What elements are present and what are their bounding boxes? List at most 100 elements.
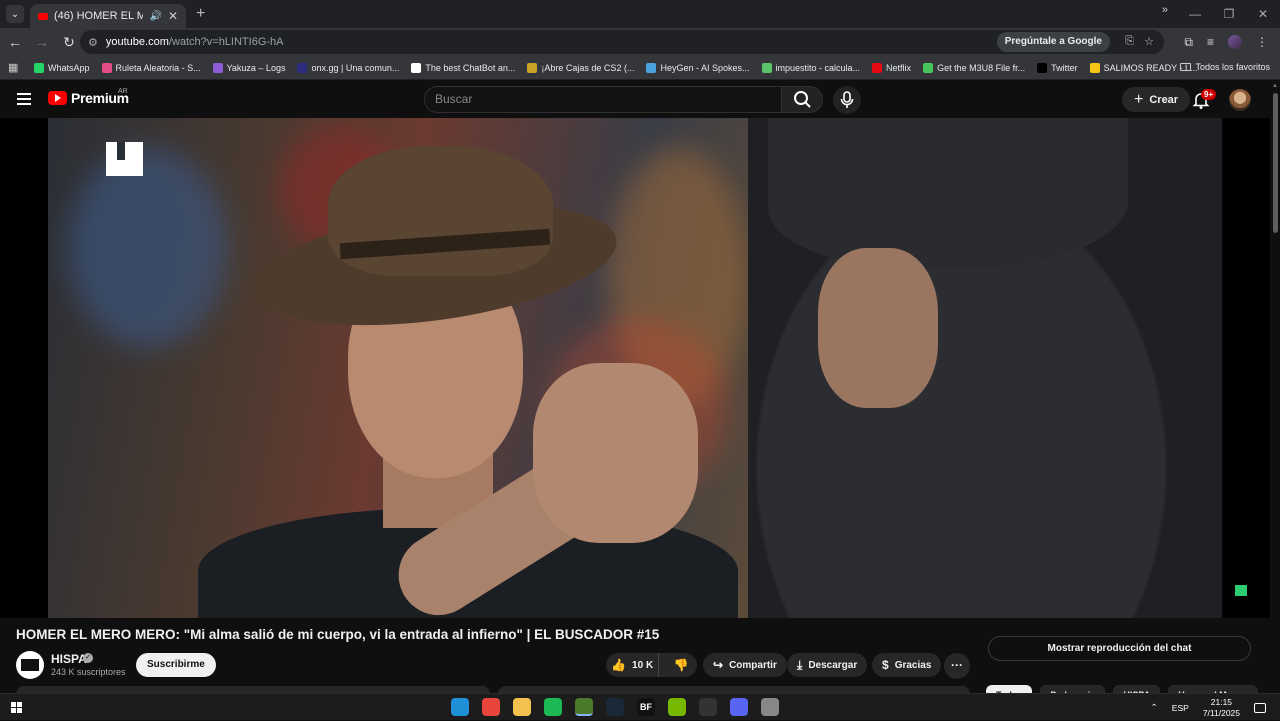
language-indicator[interactable]: ESP	[1172, 703, 1189, 713]
reload-button[interactable]: ↻	[57, 34, 81, 51]
thanks-button[interactable]: $ Gracias	[872, 653, 942, 677]
tab-title: (46) HOMER EL MERO MERO: "Mi alma salió …	[54, 10, 144, 22]
video-title: HOMER EL MERO MERO: "Mi alma salió de mi…	[16, 627, 660, 642]
bookmark-item[interactable]: Netflix	[872, 62, 911, 73]
site-info-icon[interactable]: ⚙	[88, 36, 98, 49]
extensions-icon[interactable]: ⧉	[1184, 35, 1193, 50]
windows-taskbar: BF ⌃ ESP 21:15 7/11/2025	[0, 693, 1280, 720]
clock-date: 7/11/2025	[1202, 707, 1240, 718]
subscribe-button[interactable]: Suscribirme	[136, 653, 216, 677]
scroll-up-arrow-icon[interactable]: ▲	[1272, 83, 1278, 89]
create-button[interactable]: + Crear	[1122, 87, 1191, 112]
bookmark-favicon-icon	[761, 62, 772, 73]
bookmark-item[interactable]: ¡Abre Cajas de CS2 (...	[527, 62, 634, 73]
new-tab-button[interactable]: +	[196, 5, 205, 23]
bookmark-label: WhatsApp	[48, 62, 90, 73]
account-avatar[interactable]	[1229, 89, 1251, 111]
clock[interactable]: 21:15 7/11/2025	[1203, 697, 1240, 719]
bookmark-label: HeyGen - AI Spokes...	[660, 62, 750, 73]
notification-center-icon[interactable]	[1254, 702, 1266, 713]
guide-menu-icon[interactable]	[17, 93, 31, 105]
bookmark-star-icon[interactable]: ☆	[1144, 35, 1154, 48]
like-button[interactable]: 👍 10 K	[606, 653, 660, 677]
system-tray: ⌃ ESP 21:15 7/11/2025	[1151, 694, 1266, 721]
speaker-icon[interactable]: 🔊	[149, 11, 161, 22]
bookmark-favicon-icon	[1037, 62, 1048, 73]
close-window-button[interactable]: ✕	[1246, 0, 1280, 28]
spotify-icon[interactable]	[544, 698, 562, 716]
folder-icon	[1180, 63, 1192, 71]
shield-app-icon[interactable]	[761, 698, 779, 716]
close-tab-icon[interactable]: ✕	[168, 9, 178, 23]
bookmark-label: Twitter	[1051, 62, 1078, 73]
bookmark-item[interactable]: WhatsApp	[34, 62, 90, 73]
bookmark-item[interactable]: impuestito - calcula...	[761, 62, 860, 73]
download-label: Descargar	[808, 659, 858, 671]
create-label: Crear	[1149, 93, 1179, 106]
all-bookmarks-folder[interactable]: Todos los favoritos	[1180, 62, 1270, 72]
maximize-button[interactable]: ❐	[1212, 0, 1246, 28]
chrome-icon[interactable]	[482, 698, 500, 716]
show-chat-replay-button[interactable]: Mostrar reproducción del chat	[988, 636, 1251, 661]
search-icon	[794, 91, 811, 108]
browser-tabbar: ⌄ (46) HOMER EL MERO MERO: "Mi alma sali…	[0, 0, 1280, 28]
download-button[interactable]: ⤓ Descargar	[787, 653, 868, 677]
microphone-icon	[840, 91, 854, 108]
install-app-icon[interactable]: ⎘	[1125, 35, 1134, 48]
windows-start-icon[interactable]	[11, 702, 22, 713]
obs-icon[interactable]	[699, 698, 717, 716]
browser-menu-icon[interactable]: ⋮	[1256, 35, 1268, 49]
bookmark-item[interactable]: HeyGen - AI Spokes...	[646, 62, 750, 73]
back-button[interactable]: ←	[3, 34, 27, 50]
nvidia-icon[interactable]	[668, 698, 686, 716]
tab-search-button[interactable]: ⌄	[6, 5, 24, 23]
edge-icon[interactable]	[451, 698, 469, 716]
bookmark-item[interactable]: Twitter	[1037, 62, 1078, 73]
bookmark-item[interactable]: Ruleta Aleatoria - S...	[101, 62, 201, 73]
more-actions-button[interactable]: ···	[944, 653, 970, 679]
media-control-icon[interactable]: ≡	[1207, 35, 1214, 49]
bookmark-label: onx.gg | Una comun...	[311, 62, 400, 73]
scrollbar-thumb[interactable]	[1273, 93, 1278, 233]
youtube-premium-logo[interactable]: Premium	[48, 90, 129, 106]
download-icon: ⤓	[797, 657, 803, 672]
channel-avatar[interactable]	[16, 651, 44, 679]
thanks-label: Gracias	[894, 659, 932, 671]
minimize-button[interactable]: —	[1178, 0, 1212, 28]
steam-icon[interactable]	[606, 698, 624, 716]
profile-icon[interactable]	[1228, 35, 1242, 49]
omnibox[interactable]: ⚙ youtube.com/watch?v=hLINTI6G-hA Pregún…	[80, 30, 1164, 54]
bookmark-item[interactable]: The best ChatBot an...	[411, 62, 515, 73]
super-thanks-icon: $	[882, 658, 889, 672]
bookmark-favicon-icon	[34, 62, 44, 73]
forward-button[interactable]: →	[30, 34, 54, 50]
explorer-icon[interactable]	[513, 698, 531, 716]
dislike-button[interactable]: 👎	[665, 653, 697, 677]
bf-icon[interactable]: BF	[637, 698, 655, 716]
branding-watermark-icon[interactable]	[1235, 585, 1247, 596]
search-button[interactable]	[781, 86, 823, 113]
channel-watermark-logo	[106, 142, 143, 176]
bookmarks-overflow-chevron-icon[interactable]: »	[1162, 4, 1168, 16]
bookmark-label: Ruleta Aleatoria - S...	[115, 62, 201, 73]
browser-tab-active[interactable]: (46) HOMER EL MERO MERO: "Mi alma salió …	[30, 4, 186, 28]
voice-search-button[interactable]	[833, 86, 861, 114]
discord-icon[interactable]	[730, 698, 748, 716]
like-count: 10 K	[632, 659, 654, 671]
channel-name[interactable]: HISPA	[51, 652, 87, 666]
search-input[interactable]: Buscar	[424, 86, 782, 113]
page-scrollbar[interactable]: ▲	[1270, 81, 1280, 689]
address-toolbar: ← → ↻ ⚙ youtube.com/watch?v=hLINTI6G-hA …	[0, 28, 1280, 56]
bookmark-item[interactable]: onx.gg | Una comun...	[297, 62, 400, 73]
stremio-icon[interactable]	[575, 698, 593, 716]
bookmark-label: Yakuza – Logs	[226, 62, 286, 73]
bookmark-favicon-icon	[411, 62, 422, 73]
video-player[interactable]	[0, 118, 1270, 618]
bookmark-item[interactable]: Get the M3U8 File fr...	[923, 62, 1025, 73]
apps-grid-icon[interactable]: ▦	[8, 61, 22, 74]
bookmark-item[interactable]: Yakuza – Logs	[212, 62, 286, 73]
clock-time: 21:15	[1210, 696, 1233, 707]
ask-google-button[interactable]: Pregúntale a Google	[996, 32, 1110, 52]
tray-chevron-up-icon[interactable]: ⌃	[1151, 702, 1158, 713]
share-button[interactable]: ↪ Compartir	[703, 653, 787, 677]
